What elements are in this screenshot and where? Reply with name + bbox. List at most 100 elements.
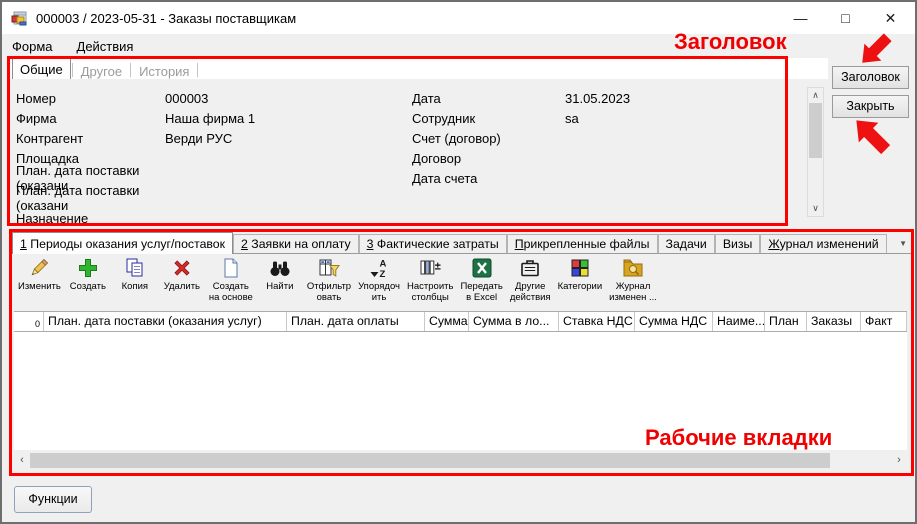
form-row: Дата счета: [412, 168, 792, 188]
grid-column-header-0[interactable]: План. дата поставки (оказания услуг): [44, 312, 287, 331]
grid-column-header-8[interactable]: Заказы: [807, 312, 861, 331]
toolbar-button-label: Журнал изменен ...: [609, 281, 657, 303]
toolbar-button-1[interactable]: Создать: [65, 256, 111, 292]
scroll-right-icon[interactable]: ›: [891, 452, 907, 469]
toolbar-button-2[interactable]: Копия: [112, 256, 158, 292]
toolbar-button-5[interactable]: Найти: [257, 256, 303, 292]
toolbar-button-label: Удалить: [164, 281, 200, 292]
work-tab-6[interactable]: Журнал изменений: [760, 234, 886, 253]
menu-item-0[interactable]: Форма: [12, 36, 63, 57]
close-form-button[interactable]: Закрыть: [832, 95, 909, 118]
work-tab-1[interactable]: 2 Заявки на оплату: [233, 234, 359, 253]
field-value[interactable]: 31.05.2023: [565, 91, 630, 106]
toolbar-button-0[interactable]: Изменить: [15, 256, 64, 292]
header-button[interactable]: Заголовок: [832, 66, 909, 89]
form-row: Назначение: [16, 208, 406, 228]
toolbar-button-label: Изменить: [18, 281, 61, 292]
toolbar-button-4[interactable]: Создать на основе: [206, 256, 256, 303]
maximize-button[interactable]: □: [823, 2, 868, 34]
header-tab-1[interactable]: Другое: [74, 62, 129, 79]
field-value[interactable]: 000003: [165, 91, 208, 106]
window-controls: — □ ✕: [778, 2, 913, 34]
field-label: Номер: [16, 91, 165, 106]
grid-column-header-1[interactable]: План. дата оплаты: [287, 312, 425, 331]
add-icon: [76, 256, 100, 280]
toolbar-button-label: Категории: [558, 281, 603, 292]
field-value[interactable]: Наша фирма 1: [165, 111, 255, 126]
toolbar-button-label: Найти: [266, 281, 293, 292]
svg-text:Z: Z: [380, 269, 386, 280]
form-row: Счет (договор): [412, 128, 792, 148]
filter-icon: [317, 256, 341, 280]
toolbar-button-9[interactable]: Передать в Excel: [457, 256, 505, 303]
field-label: Сотрудник: [412, 111, 565, 126]
scroll-up-icon[interactable]: ∧: [808, 88, 823, 103]
window-icon: [11, 10, 28, 27]
work-tab-0[interactable]: 1 Периоды оказания услуг/поставок: [12, 232, 233, 254]
toolbar-button-label: Передать в Excel: [460, 281, 502, 303]
toolbar-button-10[interactable]: Другие действия: [507, 256, 554, 303]
field-label: Счет (договор): [412, 131, 565, 146]
briefcase-icon: [518, 256, 542, 280]
field-label: Назначение: [16, 211, 165, 226]
header-tab-2[interactable]: История: [132, 62, 196, 79]
toolbar-button-6[interactable]: Отфильтр овать: [304, 256, 354, 303]
grid-column-header-4[interactable]: Ставка НДС: [559, 312, 635, 331]
form-row: Договор: [412, 148, 792, 168]
header-tab-strip: ОбщиеДругоеИстория: [10, 58, 828, 79]
form-row: Номер000003: [16, 88, 406, 108]
toolbar-button-11[interactable]: Категории: [555, 256, 606, 292]
toolbar-button-3[interactable]: Удалить: [159, 256, 205, 292]
form-row: ФирмаНаша фирма 1: [16, 108, 406, 128]
toolbar-button-12[interactable]: Журнал изменен ...: [606, 256, 660, 303]
grid-corner-cell[interactable]: 0: [14, 312, 44, 331]
toolbar-button-7[interactable]: AZУпорядоч ить: [355, 256, 403, 303]
field-value[interactable]: sa: [565, 111, 579, 126]
work-toolbar: Изменить СоздатьКопия Удалить Создать на ос…: [12, 254, 913, 311]
form-fields-right: Дата31.05.2023 СотрудникsaСчет (договор) Д…: [412, 88, 792, 188]
toolbar-button-label: Другие действия: [510, 281, 551, 303]
field-value[interactable]: Верди РУС: [165, 131, 232, 146]
header-tab-0[interactable]: Общие: [12, 58, 71, 79]
categories-icon: [568, 256, 592, 280]
toolbar-button-8[interactable]: ±Настроить столбцы: [404, 256, 456, 303]
window-title: 000003 / 2023-05-31 - Заказы поставщикам: [36, 11, 296, 26]
close-button[interactable]: ✕: [868, 2, 913, 34]
form-row: Дата31.05.2023: [412, 88, 792, 108]
svg-text:±: ±: [435, 261, 441, 273]
toolbar-button-label: Отфильтр овать: [307, 281, 351, 303]
grid-column-header-7[interactable]: План: [765, 312, 807, 331]
pencil-icon: [27, 256, 51, 280]
grid-column-header-2[interactable]: Сумма: [425, 312, 469, 331]
menu-item-1[interactable]: Действия: [77, 36, 144, 57]
annotation-tabs-label: Рабочие вкладки: [645, 425, 832, 451]
annotation-arrow-close: [847, 112, 895, 158]
new-document-icon: [219, 256, 243, 280]
work-tab-4[interactable]: Задачи: [658, 234, 715, 253]
grid-column-header-9[interactable]: Факт: [861, 312, 907, 331]
field-label: Договор: [412, 151, 565, 166]
binoculars-icon: [268, 256, 292, 280]
grid-column-header-5[interactable]: Сумма НДС: [635, 312, 713, 331]
tab-overflow-icon[interactable]: ▼: [899, 239, 907, 248]
scroll-left-icon[interactable]: ‹: [14, 452, 30, 469]
work-tab-2[interactable]: 3 Фактические затраты: [359, 234, 507, 253]
grid-horizontal-scrollbar[interactable]: ‹ ›: [14, 452, 907, 469]
tab-separator: [72, 63, 73, 77]
field-label: Фирма: [16, 111, 165, 126]
journal-folder-icon: [621, 256, 645, 280]
functions-button[interactable]: Функции: [14, 486, 92, 513]
scrollbar-thumb[interactable]: [809, 103, 822, 158]
scroll-down-icon[interactable]: ∨: [808, 201, 823, 216]
work-tab-3[interactable]: Прикрепленные файлы: [507, 234, 658, 253]
scrollbar-thumb[interactable]: [30, 453, 830, 468]
svg-text:A: A: [380, 259, 387, 270]
form-vertical-scrollbar[interactable]: ∧ ∨: [807, 87, 824, 217]
excel-icon: [470, 256, 494, 280]
annotation-header-label: Заголовок: [674, 29, 787, 55]
work-tab-5[interactable]: Визы: [715, 234, 761, 253]
form-fields-left: Номер000003ФирмаНаша фирма 1КонтрагентВе…: [16, 88, 406, 228]
form-area: Номер000003ФирмаНаша фирма 1КонтрагентВе…: [10, 79, 828, 226]
grid-column-header-6[interactable]: Наиме...: [713, 312, 765, 331]
grid-column-header-3[interactable]: Сумма в ло...: [469, 312, 559, 331]
